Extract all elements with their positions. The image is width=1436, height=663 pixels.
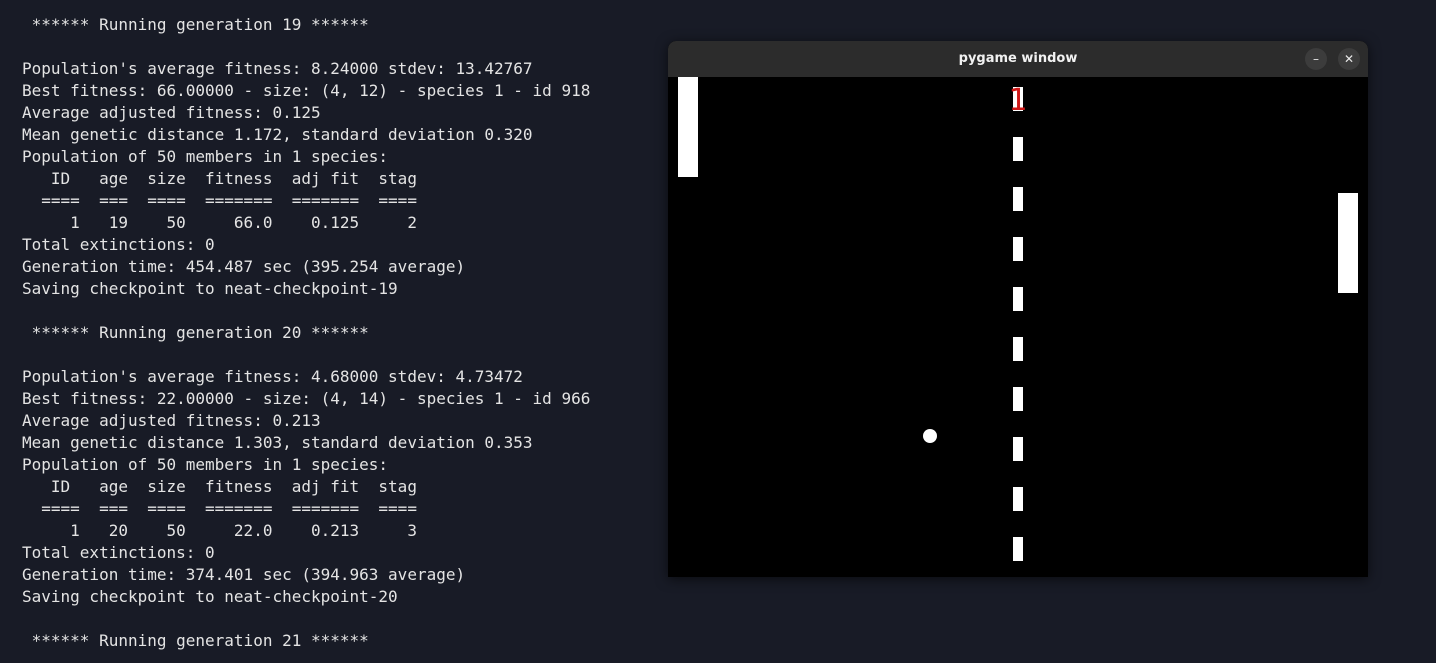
terminal-line: Mean genetic distance 1.303, standard de… bbox=[22, 433, 533, 452]
center-line-dash bbox=[1013, 137, 1023, 161]
terminal-line: Mean genetic distance 1.172, standard de… bbox=[22, 125, 533, 144]
terminal-line: Saving checkpoint to neat-checkpoint-20 bbox=[22, 587, 398, 606]
center-line-dash bbox=[1013, 387, 1023, 411]
terminal-output: ****** Running generation 19 ****** Popul… bbox=[0, 0, 660, 663]
minimize-icon: – bbox=[1313, 52, 1319, 66]
terminal-line: Population of 50 members in 1 species: bbox=[22, 147, 389, 166]
terminal-line: Population's average fitness: 8.24000 st… bbox=[22, 59, 533, 78]
center-line-dash bbox=[1013, 237, 1023, 261]
terminal-line: Population's average fitness: 4.68000 st… bbox=[22, 367, 523, 386]
right-paddle bbox=[1338, 193, 1358, 293]
terminal-line: Total extinctions: 0 bbox=[22, 235, 215, 254]
terminal-line: ID age size fitness adj fit stag bbox=[22, 169, 417, 188]
center-line-dash bbox=[1013, 337, 1023, 361]
terminal-line: ==== === ==== ======= ======= ==== bbox=[22, 191, 417, 210]
terminal-line: Average adjusted fitness: 0.125 bbox=[22, 103, 321, 122]
left-paddle bbox=[678, 77, 698, 177]
terminal-line: 1 20 50 22.0 0.213 3 bbox=[22, 521, 417, 540]
pygame-window[interactable]: pygame window – ✕ 1 bbox=[668, 41, 1368, 577]
terminal-line: ==== === ==== ======= ======= ==== bbox=[22, 499, 417, 518]
window-title: pygame window bbox=[958, 51, 1078, 66]
terminal-line: ****** Running generation 20 ****** bbox=[22, 323, 369, 342]
terminal-line: Saving checkpoint to neat-checkpoint-19 bbox=[22, 279, 398, 298]
terminal-line: Best fitness: 66.00000 - size: (4, 12) -… bbox=[22, 81, 591, 100]
close-icon: ✕ bbox=[1343, 52, 1355, 66]
center-line-dash bbox=[1013, 287, 1023, 311]
terminal-line: Generation time: 374.401 sec (394.963 av… bbox=[22, 565, 466, 584]
window-titlebar[interactable]: pygame window – ✕ bbox=[668, 41, 1368, 77]
terminal-line: Average adjusted fitness: 0.213 bbox=[22, 411, 321, 430]
close-button[interactable]: ✕ bbox=[1338, 48, 1360, 70]
terminal-line: ****** Running generation 19 ****** bbox=[22, 15, 369, 34]
game-canvas[interactable]: 1 bbox=[668, 77, 1368, 577]
terminal-line: Best fitness: 22.00000 - size: (4, 14) -… bbox=[22, 389, 591, 408]
center-line-dash bbox=[1013, 187, 1023, 211]
terminal-line: ****** Running generation 21 ****** bbox=[22, 631, 369, 650]
terminal-line: Total extinctions: 0 bbox=[22, 543, 215, 562]
terminal-line: ID age size fitness adj fit stag bbox=[22, 477, 417, 496]
score-display: 1 bbox=[1008, 83, 1028, 118]
center-line-dash bbox=[1013, 537, 1023, 561]
minimize-button[interactable]: – bbox=[1305, 48, 1327, 70]
terminal-line: Population of 50 members in 1 species: bbox=[22, 455, 389, 474]
ball bbox=[923, 429, 937, 443]
center-line-dash bbox=[1013, 437, 1023, 461]
terminal-line: Generation time: 454.487 sec (395.254 av… bbox=[22, 257, 466, 276]
center-line-dash bbox=[1013, 487, 1023, 511]
terminal-line: 1 19 50 66.0 0.125 2 bbox=[22, 213, 417, 232]
